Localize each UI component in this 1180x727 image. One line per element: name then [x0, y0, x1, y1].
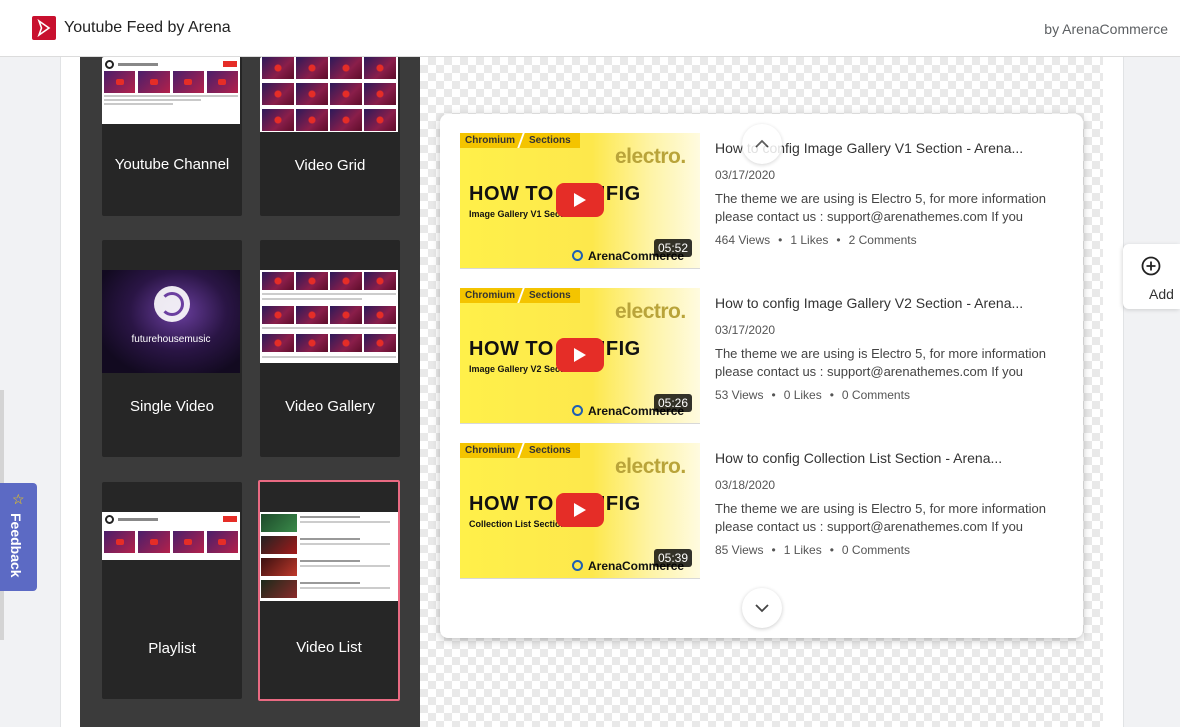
video-duration: 05:52 [653, 239, 692, 257]
star-icon: ☆ [12, 491, 25, 507]
video-comments: 2 Comments [848, 233, 917, 247]
add-label: Add [1149, 286, 1174, 302]
video-thumbnail[interactable]: Chromium Sections electro. HOW TO CONFIG… [460, 133, 700, 269]
video-title[interactable]: How to config Image Gallery V2 Section -… [715, 295, 1045, 311]
layout-label: Single Video [130, 398, 214, 415]
video-description: The theme we are using is Electro 5, for… [715, 191, 1046, 224]
arena-logo-icon [572, 405, 583, 416]
video-comments: 0 Comments [841, 543, 910, 557]
feedback-label: Feedback [8, 513, 24, 578]
layout-label: Video List [296, 639, 362, 656]
chevron-down-icon [755, 604, 769, 613]
app-header: Youtube Feed by Arena by ArenaCommerce [0, 0, 1180, 57]
app-logo-icon [32, 16, 56, 40]
layout-card-playlist[interactable]: Playlist [102, 482, 242, 699]
plus-circle-icon [1141, 256, 1161, 276]
video-views: 53 Views [715, 388, 764, 402]
thumb-tag: Sections [529, 135, 571, 146]
video-comments: 0 Comments [841, 388, 910, 402]
app-byline[interactable]: by ArenaCommerce [1044, 21, 1168, 37]
scroll-up-button[interactable] [742, 124, 782, 164]
layout-card-youtube-channel[interactable]: Youtube Channel [102, 57, 242, 216]
video-date: 03/18/2020 [715, 478, 776, 492]
video-description: The theme we are using is Electro 5, for… [715, 346, 1046, 379]
video-grid-thumbnail [260, 57, 398, 132]
layout-label: Video Gallery [285, 398, 375, 415]
add-button[interactable]: Add [1123, 244, 1180, 309]
play-icon[interactable] [556, 493, 604, 527]
playlist-thumbnail [102, 512, 240, 560]
video-description: The theme we are using is Electro 5, for… [715, 501, 1046, 534]
video-likes: 1 Likes [790, 233, 829, 247]
video-duration: 05:39 [653, 549, 692, 567]
thumb-tag: Chromium [465, 135, 515, 146]
video-views: 85 Views [715, 543, 764, 557]
feedback-tab[interactable]: ☆ Feedback [0, 483, 37, 591]
layout-card-single-video[interactable]: futurehousemusic Single Video [102, 240, 242, 457]
video-stats: 85 Views • 1 Likes • 0 Comments [715, 543, 910, 557]
video-list-thumbnail [260, 512, 398, 601]
video-date: 03/17/2020 [715, 168, 776, 182]
layout-panel: Youtube Channel Video Grid futurehousemu… [80, 57, 420, 727]
video-stats: 464 Views • 1 Likes • 2 Comments [715, 233, 917, 247]
thumb-headline: HOW TO CONFIG [469, 338, 641, 360]
video-list-widget: Chromium Sections electro. HOW TO CONFIG… [440, 114, 1083, 638]
thumb-brand: electro. [615, 300, 686, 323]
thumb-brand: electro. [615, 455, 686, 478]
thumb-brand: electro. [615, 145, 686, 168]
video-likes: 1 Likes [783, 543, 822, 557]
video-date: 03/17/2020 [715, 323, 776, 337]
layout-card-video-grid[interactable]: Video Grid [260, 57, 400, 216]
video-likes: 0 Likes [783, 388, 822, 402]
layout-card-video-gallery[interactable]: Video Gallery [260, 240, 400, 457]
layout-label: Youtube Channel [114, 156, 230, 173]
video-meta: How to config Image Gallery V2 Section -… [715, 288, 1060, 402]
video-views: 464 Views [715, 233, 771, 247]
video-thumbnail[interactable]: Chromium Sections electro. HOW TO CONFIG… [460, 443, 700, 579]
play-icon[interactable] [556, 338, 604, 372]
thumb-headline: HOW TO CONFIG [469, 183, 641, 205]
video-duration: 05:26 [653, 394, 692, 412]
video-title[interactable]: How to config Collection List Section - … [715, 450, 1045, 466]
thumb-tag: Sections [529, 445, 571, 456]
chevron-up-icon [755, 139, 769, 148]
scroll-down-button[interactable] [742, 588, 782, 628]
thumb-tag: Chromium [465, 445, 515, 456]
video-thumbnail[interactable]: Chromium Sections electro. HOW TO CONFIG… [460, 288, 700, 424]
arena-logo-icon [572, 250, 583, 261]
thumb-tag: Sections [529, 290, 571, 301]
arena-logo-icon [572, 560, 583, 571]
video-meta: How to config Collection List Section - … [715, 443, 1060, 557]
layout-label: Video Grid [294, 157, 366, 174]
app-title: Youtube Feed by Arena [64, 19, 231, 36]
thumb-headline: HOW TO CONFIG [469, 493, 641, 515]
layout-label: Playlist [148, 640, 196, 657]
video-stats: 53 Views • 0 Likes • 0 Comments [715, 388, 910, 402]
video-list-item[interactable]: Chromium Sections electro. HOW TO CONFIG… [460, 443, 1060, 579]
single-video-brand: futurehousemusic [131, 334, 211, 345]
youtube-channel-thumbnail [102, 57, 240, 124]
video-list-item[interactable]: Chromium Sections electro. HOW TO CONFIG… [460, 288, 1060, 424]
layout-card-video-list[interactable]: Video List [258, 480, 400, 701]
thumb-tag: Chromium [465, 290, 515, 301]
single-video-thumbnail: futurehousemusic [102, 270, 240, 373]
play-icon[interactable] [556, 183, 604, 217]
video-gallery-thumbnail [260, 270, 398, 363]
